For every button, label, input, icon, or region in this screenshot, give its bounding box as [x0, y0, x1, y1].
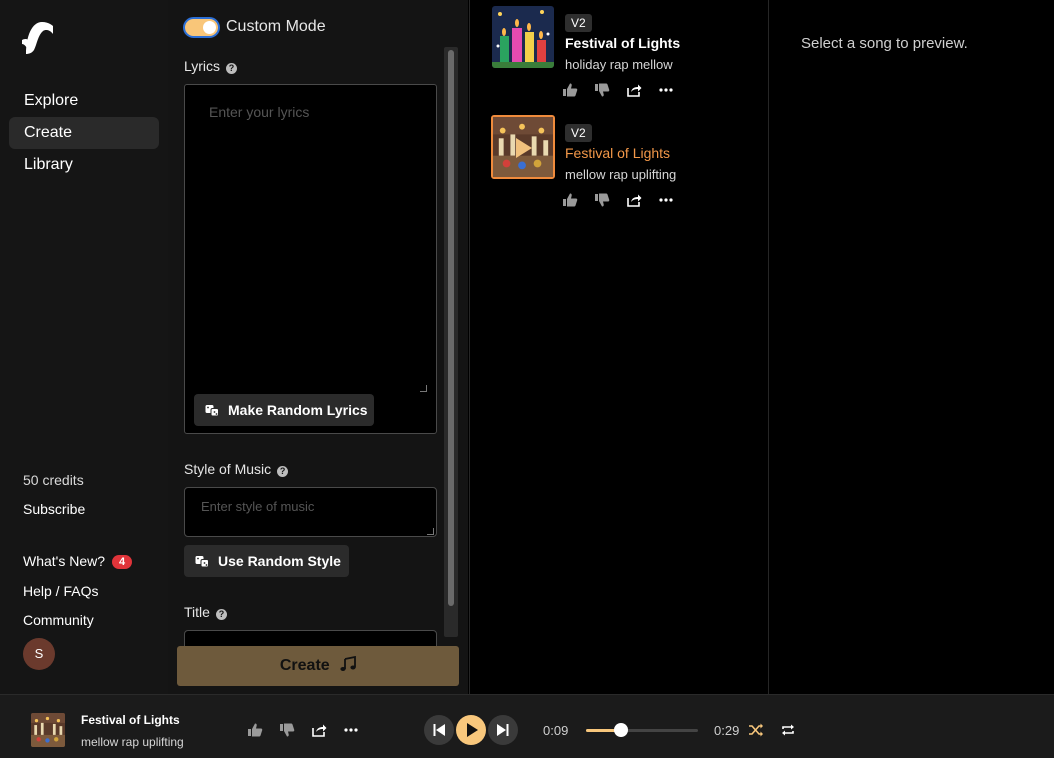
- resize-handle-icon[interactable]: [420, 385, 427, 392]
- duration-time: 0:29: [714, 723, 740, 738]
- community-link[interactable]: Community: [23, 612, 94, 628]
- dice-icon: [195, 556, 209, 568]
- help-icon[interactable]: ?: [226, 63, 238, 74]
- scrollbar-thumb[interactable]: [448, 50, 454, 606]
- share-icon[interactable]: [626, 192, 642, 208]
- make-random-lyrics-label: Make Random Lyrics: [228, 402, 368, 418]
- app: Explore Create Library 50 credits Subscr…: [0, 0, 1054, 758]
- toggle-knob: [203, 21, 216, 34]
- make-random-lyrics-button[interactable]: Make Random Lyrics: [194, 394, 374, 426]
- player-cover[interactable]: [31, 713, 65, 747]
- elapsed-time: 0:09: [543, 723, 569, 738]
- song-tags: holiday rap mellow: [565, 57, 673, 72]
- thumbs-down-icon[interactable]: [594, 82, 610, 98]
- preview-pane: Select a song to preview.: [768, 0, 1054, 694]
- thumbs-up-icon[interactable]: [247, 722, 263, 738]
- resize-handle-icon[interactable]: [427, 528, 434, 535]
- song-title[interactable]: Festival of Lights: [565, 35, 680, 51]
- player-bar: Festival of Lights mellow rap uplifting …: [0, 694, 1054, 758]
- version-badge: V2: [565, 14, 592, 32]
- avatar[interactable]: S: [23, 638, 55, 670]
- shuffle-icon[interactable]: [748, 722, 764, 738]
- lyrics-label: Lyrics?: [184, 58, 238, 74]
- thumbs-up-icon[interactable]: [562, 82, 578, 98]
- song-item[interactable]: V2 Festival of Lights holiday rap mellow: [492, 6, 752, 106]
- play-icon: [467, 723, 478, 737]
- nav-explore[interactable]: Explore: [9, 85, 159, 117]
- song-tags: mellow rap uplifting: [565, 167, 677, 182]
- scrollbar[interactable]: [444, 47, 458, 637]
- share-icon[interactable]: [626, 82, 642, 98]
- use-random-style-label: Use Random Style: [218, 553, 341, 569]
- custom-mode-label: Custom Mode: [226, 18, 326, 35]
- style-label: Style of Music?: [184, 461, 289, 477]
- skip-back-button[interactable]: [424, 715, 454, 745]
- song-title[interactable]: Festival of Lights: [565, 145, 670, 161]
- create-button[interactable]: Create: [177, 646, 459, 686]
- help-icon[interactable]: ?: [215, 609, 227, 620]
- subscribe-link[interactable]: Subscribe: [23, 501, 85, 517]
- custom-mode-toggle[interactable]: [183, 17, 220, 38]
- skip-forward-icon: [497, 724, 509, 736]
- share-icon[interactable]: [311, 722, 327, 738]
- help-icon[interactable]: ?: [277, 466, 289, 477]
- cover-art: [31, 713, 65, 747]
- logo-icon[interactable]: [22, 20, 54, 54]
- repeat-icon[interactable]: [780, 722, 796, 738]
- song-list: V2 Festival of Lights holiday rap mellow: [469, 0, 768, 694]
- nav-library[interactable]: Library: [9, 149, 159, 181]
- style-placeholder: Enter style of music: [201, 499, 315, 514]
- thumbs-down-icon[interactable]: [279, 722, 295, 738]
- style-input[interactable]: Enter style of music: [184, 487, 437, 537]
- song-item[interactable]: V2 Festival of Lights mellow rap uplifti…: [491, 115, 752, 216]
- thumbs-down-icon[interactable]: [594, 192, 610, 208]
- version-badge: V2: [565, 124, 592, 142]
- lyrics-textarea[interactable]: Enter your lyrics Make Random Lyrics: [184, 84, 437, 434]
- player-title[interactable]: Festival of Lights: [81, 713, 180, 727]
- title-label-text: Title: [184, 604, 210, 620]
- player-tags: mellow rap uplifting: [81, 735, 184, 749]
- more-icon[interactable]: [658, 192, 674, 208]
- whats-new-link[interactable]: What's New? 4: [23, 553, 133, 569]
- song-cover[interactable]: [492, 6, 554, 68]
- play-button[interactable]: [456, 715, 486, 745]
- nav-create[interactable]: Create: [9, 117, 159, 149]
- whats-new-badge: 4: [112, 555, 133, 569]
- whats-new-label: What's New?: [23, 553, 106, 569]
- progress-bar[interactable]: [586, 723, 698, 737]
- thumbs-up-icon[interactable]: [562, 192, 578, 208]
- skip-back-icon: [433, 724, 445, 736]
- create-panel: Custom Mode Lyrics? Enter your lyrics Ma…: [168, 0, 468, 694]
- song-cover[interactable]: [491, 115, 555, 179]
- help-faqs-link[interactable]: Help / FAQs: [23, 583, 98, 599]
- more-icon[interactable]: [343, 722, 359, 738]
- progress-knob[interactable]: [613, 723, 628, 737]
- preview-message: Select a song to preview.: [801, 35, 968, 52]
- skip-forward-button[interactable]: [488, 715, 518, 745]
- create-button-label: Create: [279, 657, 330, 674]
- credits-count: 50 credits: [23, 472, 84, 488]
- dice-icon: [205, 405, 219, 417]
- title-label: Title?: [184, 604, 227, 620]
- style-label-text: Style of Music: [184, 461, 272, 477]
- cover-art: [492, 6, 554, 68]
- lyrics-placeholder: Enter your lyrics: [209, 104, 310, 120]
- more-icon[interactable]: [658, 82, 674, 98]
- music-note-icon: [340, 655, 357, 671]
- lyrics-label-text: Lyrics: [184, 58, 221, 74]
- use-random-style-button[interactable]: Use Random Style: [184, 545, 349, 577]
- sidebar: Explore Create Library 50 credits Subscr…: [0, 0, 168, 694]
- play-icon[interactable]: [516, 138, 532, 158]
